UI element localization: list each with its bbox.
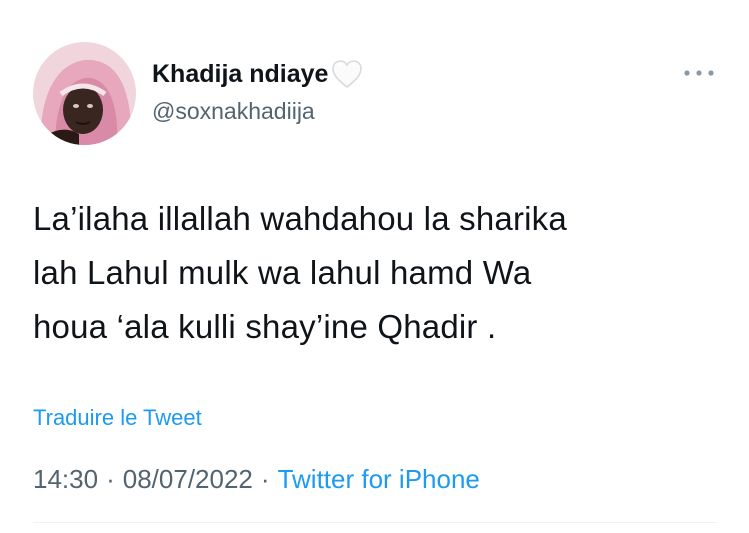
meta-separator: · <box>260 464 270 494</box>
avatar[interactable] <box>33 42 136 145</box>
tweet-meta: 14:30 · 08/07/2022 · Twitter for iPhone <box>33 464 480 495</box>
tweet-date[interactable]: 08/07/2022 <box>123 464 253 495</box>
tweet-text: La’ilaha illallah wahdahou la sharika la… <box>33 200 567 345</box>
more-horizontal-icon[interactable] <box>682 66 716 80</box>
tweet-source-link[interactable]: Twitter for iPhone <box>278 464 480 495</box>
tweet: Khadija ndiaye @soxnakhadiija La’ilaha i… <box>0 0 749 533</box>
author-display-name[interactable]: Khadija ndiaye <box>152 60 328 89</box>
divider <box>33 522 717 523</box>
author-handle[interactable]: @soxnakhadiija <box>152 98 315 125</box>
tweet-time[interactable]: 14:30 <box>33 464 98 495</box>
author-name-row: Khadija ndiaye <box>152 56 364 92</box>
meta-separator: · <box>106 464 115 494</box>
translate-tweet-link[interactable]: Traduire le Tweet <box>33 405 202 431</box>
avatar-image <box>33 42 136 145</box>
white-heart-icon <box>330 58 364 90</box>
